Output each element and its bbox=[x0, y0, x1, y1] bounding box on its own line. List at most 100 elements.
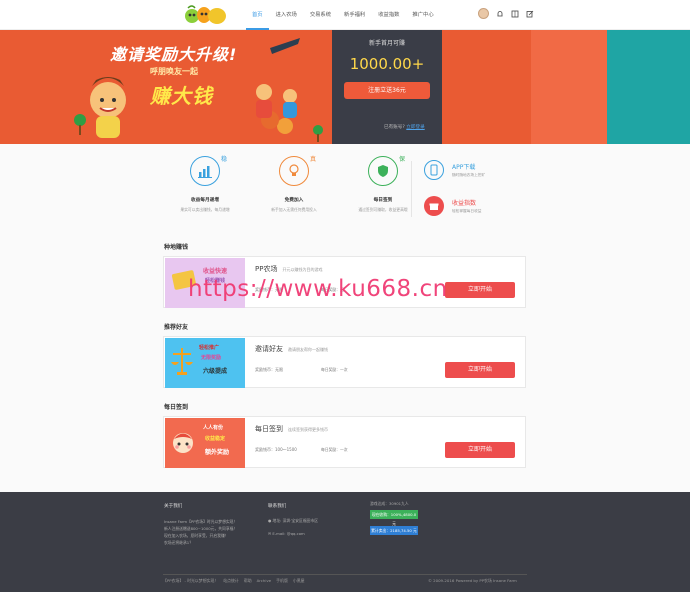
earnings-index-link[interactable]: 收益指数 轻松掌握每日收益 bbox=[424, 196, 482, 216]
card-signin: 人人有份 收益稳定 额外奖励 每日签到 连续签到获得更多钱币 奖励钱币：100～1… bbox=[163, 416, 526, 468]
footer-link-darkroom[interactable]: 小黑屋 bbox=[293, 578, 305, 584]
phone-icon bbox=[424, 160, 444, 180]
card-name-desc: 邀请朋友帮你一起赚钱 bbox=[288, 347, 328, 352]
card-image-signin: 人人有份 收益稳定 额外奖励 bbox=[165, 418, 245, 468]
footer-divider bbox=[163, 574, 527, 575]
footer-about-line: 农场还将继承1？ bbox=[164, 540, 193, 545]
footer-email-text: E-mail: @qq.com bbox=[272, 531, 305, 536]
app-download-link[interactable]: APP下载 随时随地农场上挖矿 bbox=[424, 160, 485, 180]
footer-sell-badge[interactable]: 累计卖出：2185,74.50 元 bbox=[370, 526, 418, 535]
app-download-title: APP下载 bbox=[452, 164, 476, 171]
footer-link-home[interactable]: 【PP农场】 - 时光以梦想实现！ bbox=[163, 578, 218, 584]
card-image-text: 轻松推广 bbox=[199, 345, 220, 351]
earnings-index-title: 收益指数 bbox=[452, 200, 477, 207]
feature-desc: 果实可以卖出赚钱，每月递增 bbox=[180, 207, 230, 212]
chart-icon: 稳 bbox=[190, 156, 227, 186]
shield-icon: 保 bbox=[368, 156, 405, 186]
feature-badge: 保 bbox=[398, 156, 405, 163]
banner-headline: 赚大钱 bbox=[150, 84, 213, 108]
card-daily: 每日奖励：一次 bbox=[321, 367, 348, 372]
bell-icon[interactable] bbox=[495, 9, 504, 18]
card-image-text: 无限奖励 bbox=[201, 355, 222, 361]
feature-desc: 新手加入无需任何费用投入 bbox=[271, 207, 317, 212]
nav-home[interactable]: 首页 bbox=[246, 0, 269, 30]
card-name: 每日签到 连续签到获得更多钱币 bbox=[255, 424, 328, 434]
features-divider bbox=[411, 161, 412, 217]
nav-newbie[interactable]: 新手福利 bbox=[338, 0, 371, 30]
footer-stats-value: 30901九人 bbox=[388, 501, 409, 506]
earnings-index-desc: 轻松掌握每日收益 bbox=[452, 209, 482, 213]
main-nav: 首页 进入农场 交易系统 新手福利 收益指数 推广中心 bbox=[246, 0, 441, 30]
signup-panel: 新手首月可赚 1000.00+ 注册立送36元 已有账号? 立即登录 bbox=[332, 30, 442, 144]
signup-amount: 1000.00+ bbox=[349, 55, 425, 73]
banner-title: 邀请奖励大升级! bbox=[110, 45, 238, 64]
nav-promotion[interactable]: 推广中心 bbox=[406, 0, 439, 30]
footer-about-title: 关于我们 bbox=[164, 504, 183, 509]
card-image-text: 收益稳定 bbox=[205, 436, 226, 442]
nav-trade[interactable]: 交易系统 bbox=[304, 0, 337, 30]
footer-stats: 游戏达成：30901九人 bbox=[370, 500, 409, 507]
register-button[interactable]: 注册立送36元 bbox=[344, 82, 430, 99]
footer-about-line: 现在加入农场，愿时享受，开启我赚！ bbox=[164, 533, 229, 538]
section-title-invite: 推荐好友 bbox=[164, 324, 189, 331]
gift-icon bbox=[424, 196, 444, 216]
card-image-text: 收益快速 bbox=[203, 268, 228, 275]
footer-about-text: Insane Farm【PP农场】时光以梦想实现！ 新人注册送赠送800~100… bbox=[164, 518, 237, 546]
feature-title: 免费加入 bbox=[284, 198, 304, 203]
card-image-text: 额外奖励 bbox=[205, 449, 230, 456]
footer-about-line: 新人注册送赠送800~1000元，共同享福！ bbox=[164, 526, 238, 531]
start-button-farm[interactable]: 立即开始 bbox=[445, 282, 515, 298]
feature-badge: 稳 bbox=[220, 156, 227, 163]
grid-icon[interactable] bbox=[510, 9, 519, 18]
app-download-desc: 随时随地农场上挖矿 bbox=[452, 173, 486, 177]
banner-strip bbox=[531, 30, 607, 144]
card-reward-text: 奖励钱币：100～1500 bbox=[255, 447, 297, 452]
avatar[interactable] bbox=[478, 8, 489, 19]
start-button-signin[interactable]: 立即开始 bbox=[445, 442, 515, 458]
card-reward: 奖励钱币：100～1500 bbox=[255, 447, 297, 453]
footer-about-line: Insane Farm【PP农场】时光以梦想实现！ bbox=[164, 519, 238, 524]
nav-enter-farm[interactable]: 进入农场 bbox=[270, 0, 303, 30]
watermark-text: https://www.ku668.cn bbox=[188, 276, 448, 302]
section-title-signin: 每日签到 bbox=[164, 404, 189, 411]
card-image-text: 六级提成 bbox=[203, 368, 228, 375]
footer-contact-address: ● 地址: 深圳·宝安区福田市区 bbox=[268, 517, 318, 524]
login-link[interactable]: 立即登录 bbox=[406, 125, 424, 130]
card-name-text: PP农场 bbox=[255, 265, 278, 273]
site-logo[interactable] bbox=[183, 3, 229, 27]
edit-icon[interactable] bbox=[525, 9, 534, 18]
card-daily: 每日奖励：一次 bbox=[321, 447, 348, 452]
footer-link-mobile[interactable]: 手机版 bbox=[276, 578, 288, 584]
section-title-farming: 种地赚钱 bbox=[164, 244, 189, 251]
feature-badge: 真 bbox=[309, 156, 316, 163]
nav-earnings[interactable]: 收益指数 bbox=[372, 0, 405, 30]
footer-link-stats[interactable]: 站点统计 bbox=[223, 578, 239, 584]
footer-address-text: 地址: 深圳·宝安区福田市区 bbox=[272, 518, 319, 523]
card-name: 邀请好友 邀请朋友帮你一起赚钱 bbox=[255, 344, 328, 354]
login-prefix: 已有账号? bbox=[384, 125, 405, 130]
footer-link-archive[interactable]: Archive bbox=[257, 578, 272, 584]
feature-title: 收益每月递增 bbox=[190, 198, 220, 203]
mail-icon: ✉ bbox=[268, 531, 272, 536]
card-image-text: 人人有份 bbox=[203, 425, 224, 431]
card-name-desc: 连续签到获得更多钱币 bbox=[288, 427, 328, 432]
login-prompt: 已有账号? 立即登录 bbox=[384, 124, 425, 130]
card-name-text: 邀请好友 bbox=[255, 345, 283, 353]
banner-subtitle: 呼朋唤友一起 bbox=[150, 67, 198, 76]
footer-link-help[interactable]: 帮助 bbox=[244, 578, 252, 584]
card-name-desc: 开元以赚钱为目的游戏 bbox=[282, 267, 323, 272]
card-image-invite: 轻松推广 无限奖励 六级提成 bbox=[165, 338, 245, 388]
footer-contact-email[interactable]: ✉ E-mail: @qq.com bbox=[268, 530, 305, 537]
location-icon: ● bbox=[268, 518, 272, 523]
footer-copyright: © 2009-2016 Powered by PP农场 Insane Farm bbox=[428, 578, 517, 583]
card-name: PP农场 开元以赚钱为目的游戏 bbox=[255, 264, 322, 274]
lightbulb-icon: 真 bbox=[279, 156, 316, 186]
footer-contact-title: 联系我们 bbox=[268, 504, 287, 509]
card-name-text: 每日签到 bbox=[255, 425, 283, 433]
footer-buy-badge[interactable]: 现在收购：100%,4800.0 元 bbox=[370, 510, 418, 526]
footer-stats-label: 游戏达成： bbox=[370, 501, 389, 506]
start-button-invite[interactable]: 立即开始 bbox=[445, 362, 515, 378]
header: 首页 进入农场 交易系统 新手福利 收益指数 推广中心 bbox=[0, 0, 690, 30]
card-invite: 轻松推广 无限奖励 六级提成 邀请好友 邀请朋友帮你一起赚钱 奖励钱币：无限 每日… bbox=[163, 336, 526, 388]
feature-free-join: 真 免费加入 新手加入无需任何费用投入 bbox=[254, 156, 334, 213]
